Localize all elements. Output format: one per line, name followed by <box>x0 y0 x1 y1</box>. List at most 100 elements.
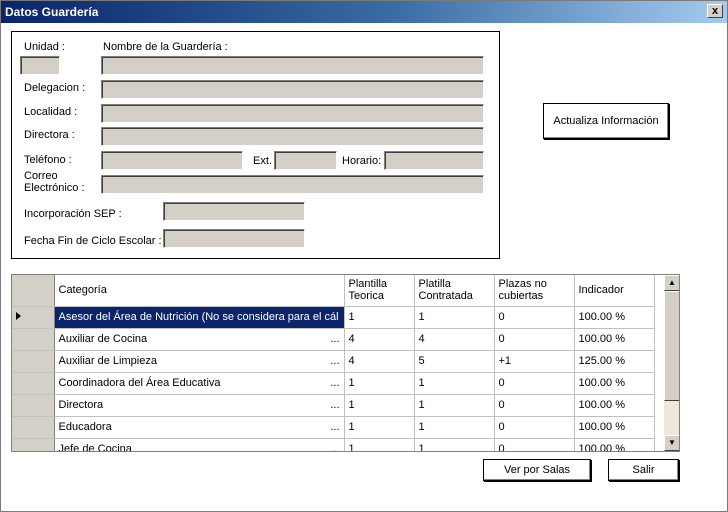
categorias-grid: Categoría Plantilla Teorica Platilla Con… <box>11 274 680 452</box>
col-header-indicador[interactable]: Indicador <box>574 275 655 307</box>
cell-contratada[interactable]: 1 <box>414 306 495 329</box>
cell-contratada[interactable]: 1 <box>414 394 495 417</box>
cell-indicador[interactable]: 100.00 % <box>574 394 655 417</box>
table-row[interactable]: Asesor del Área de Nutrición (No se cons… <box>12 306 655 329</box>
horario-label: Horario: <box>342 155 382 167</box>
cell-no-cubiertas[interactable]: 0 <box>494 372 575 395</box>
row-selector[interactable] <box>12 394 55 417</box>
row-selector[interactable] <box>12 306 55 329</box>
cell-categoria[interactable]: Educadora... <box>54 416 345 439</box>
salir-button[interactable]: Salir <box>608 459 679 481</box>
cell-indicador[interactable]: 125.00 % <box>574 350 655 373</box>
table-row[interactable]: Educadora... 1 1 0 100.00 % <box>12 416 655 439</box>
cell-indicador[interactable]: 100.00 % <box>574 438 655 451</box>
categoria-text: Auxiliar de Cocina <box>58 333 148 345</box>
cell-categoria[interactable]: Directora... <box>54 394 345 417</box>
telefono-label: Teléfono : <box>24 154 72 166</box>
cell-teorica[interactable]: 1 <box>344 416 415 439</box>
cell-indicador[interactable]: 100.00 % <box>574 416 655 439</box>
cell-teorica[interactable]: 1 <box>344 306 415 329</box>
header-row: Categoría Plantilla Teorica Platilla Con… <box>12 275 655 307</box>
categoria-text: Asesor del Área de Nutrición (No se cons… <box>58 311 339 323</box>
row-selector[interactable] <box>12 372 55 395</box>
cell-teorica[interactable]: 4 <box>344 350 415 373</box>
datos-guarderia-window: Datos Guardería x Unidad : Nombre de la … <box>0 0 728 512</box>
col-header-plantilla-teorica[interactable]: Plantilla Teorica <box>344 275 415 307</box>
nombre-field[interactable] <box>101 56 484 75</box>
current-row-arrow-icon <box>16 312 21 320</box>
ellipsis-button[interactable]: ... <box>330 377 339 389</box>
table-row[interactable]: Auxiliar de Limpieza... 4 5 +1 125.00 % <box>12 350 655 373</box>
fecha-fin-label: Fecha Fin de Ciclo Escolar : <box>24 235 162 247</box>
cell-contratada[interactable]: 1 <box>414 416 495 439</box>
scroll-down-icon[interactable]: ▼ <box>664 435 679 451</box>
localidad-label: Localidad : <box>24 106 78 118</box>
scroll-up-icon[interactable]: ▲ <box>664 275 679 291</box>
row-selector[interactable] <box>12 328 55 351</box>
horario-field[interactable] <box>384 151 484 170</box>
table-row[interactable]: Coordinadora del Área Educativa... 1 1 0… <box>12 372 655 395</box>
categoria-text: Jefe de Cocina <box>58 443 132 452</box>
cell-indicador[interactable]: 100.00 % <box>574 306 655 329</box>
row-selector[interactable] <box>12 416 55 439</box>
scroll-thumb[interactable] <box>664 291 679 401</box>
correo-field[interactable] <box>101 175 484 194</box>
categoria-text: Educadora <box>58 421 112 433</box>
cell-no-cubiertas[interactable]: 0 <box>494 328 575 351</box>
cell-no-cubiertas[interactable]: 0 <box>494 438 575 451</box>
table-row[interactable]: Auxiliar de Cocina... 4 4 0 100.00 % <box>12 328 655 351</box>
cell-teorica[interactable]: 4 <box>344 328 415 351</box>
cell-categoria[interactable]: Auxiliar de Limpieza... <box>54 350 345 373</box>
cell-categoria[interactable]: Asesor del Área de Nutrición (No se cons… <box>54 306 345 329</box>
row-selector[interactable] <box>12 350 55 373</box>
ellipsis-button[interactable]: ... <box>330 443 339 452</box>
telefono-field[interactable] <box>101 151 243 170</box>
unidad-field[interactable] <box>20 56 60 75</box>
row-header-corner <box>12 275 55 307</box>
ellipsis-button[interactable]: ... <box>330 355 339 367</box>
ellipsis-button[interactable]: ... <box>330 333 339 345</box>
ext-label: Ext. <box>253 155 272 167</box>
actualiza-informacion-button[interactable]: Actualiza Información <box>543 103 669 139</box>
ellipsis-button[interactable]: ... <box>330 421 339 433</box>
categoria-text: Auxiliar de Limpieza <box>58 355 157 367</box>
col-header-plazas-no-cubiertas[interactable]: Plazas no cubiertas <box>494 275 575 307</box>
cell-categoria[interactable]: Auxiliar de Cocina... <box>54 328 345 351</box>
cell-no-cubiertas[interactable]: 0 <box>494 394 575 417</box>
delegacion-label: Delegacion : <box>24 82 86 94</box>
ver-por-salas-button[interactable]: Ver por Salas <box>483 459 591 481</box>
cell-no-cubiertas[interactable]: +1 <box>494 350 575 373</box>
cell-contratada[interactable]: 4 <box>414 328 495 351</box>
cell-categoria[interactable]: Jefe de Cocina... <box>54 438 345 452</box>
table-row[interactable]: Directora... 1 1 0 100.00 % <box>12 394 655 417</box>
cell-no-cubiertas[interactable]: 0 <box>494 306 575 329</box>
cell-teorica[interactable]: 1 <box>344 394 415 417</box>
vertical-scrollbar[interactable]: ▲ ▼ <box>664 275 679 451</box>
cell-indicador[interactable]: 100.00 % <box>574 328 655 351</box>
categoria-text: Coordinadora del Área Educativa <box>58 377 221 389</box>
localidad-field[interactable] <box>101 104 484 123</box>
cell-contratada[interactable]: 5 <box>414 350 495 373</box>
ext-field[interactable] <box>274 151 337 170</box>
incorporacion-field[interactable] <box>163 202 305 221</box>
cell-no-cubiertas[interactable]: 0 <box>494 416 575 439</box>
delegacion-field[interactable] <box>101 80 484 99</box>
cell-teorica[interactable]: 1 <box>344 438 415 451</box>
table-row[interactable]: Jefe de Cocina... 1 1 0 100.00 % <box>12 438 655 452</box>
directora-field[interactable] <box>101 127 484 146</box>
cell-contratada[interactable]: 1 <box>414 438 495 451</box>
cell-contratada[interactable]: 1 <box>414 372 495 395</box>
ellipsis-button[interactable]: ... <box>330 399 339 411</box>
col-header-platilla-contratada[interactable]: Platilla Contratada <box>414 275 495 307</box>
cell-indicador[interactable]: 100.00 % <box>574 372 655 395</box>
categorias-table: Categoría Plantilla Teorica Platilla Con… <box>12 275 655 452</box>
cell-teorica[interactable]: 1 <box>344 372 415 395</box>
close-button[interactable]: x <box>707 4 723 18</box>
title-bar: Datos Guardería x <box>1 1 727 23</box>
cell-categoria[interactable]: Coordinadora del Área Educativa... <box>54 372 345 395</box>
fecha-fin-field[interactable] <box>163 229 305 248</box>
unidad-label: Unidad : <box>24 41 65 53</box>
col-header-categoria[interactable]: Categoría <box>54 275 345 307</box>
directora-label: Directora : <box>24 129 75 141</box>
row-selector[interactable] <box>12 438 55 451</box>
